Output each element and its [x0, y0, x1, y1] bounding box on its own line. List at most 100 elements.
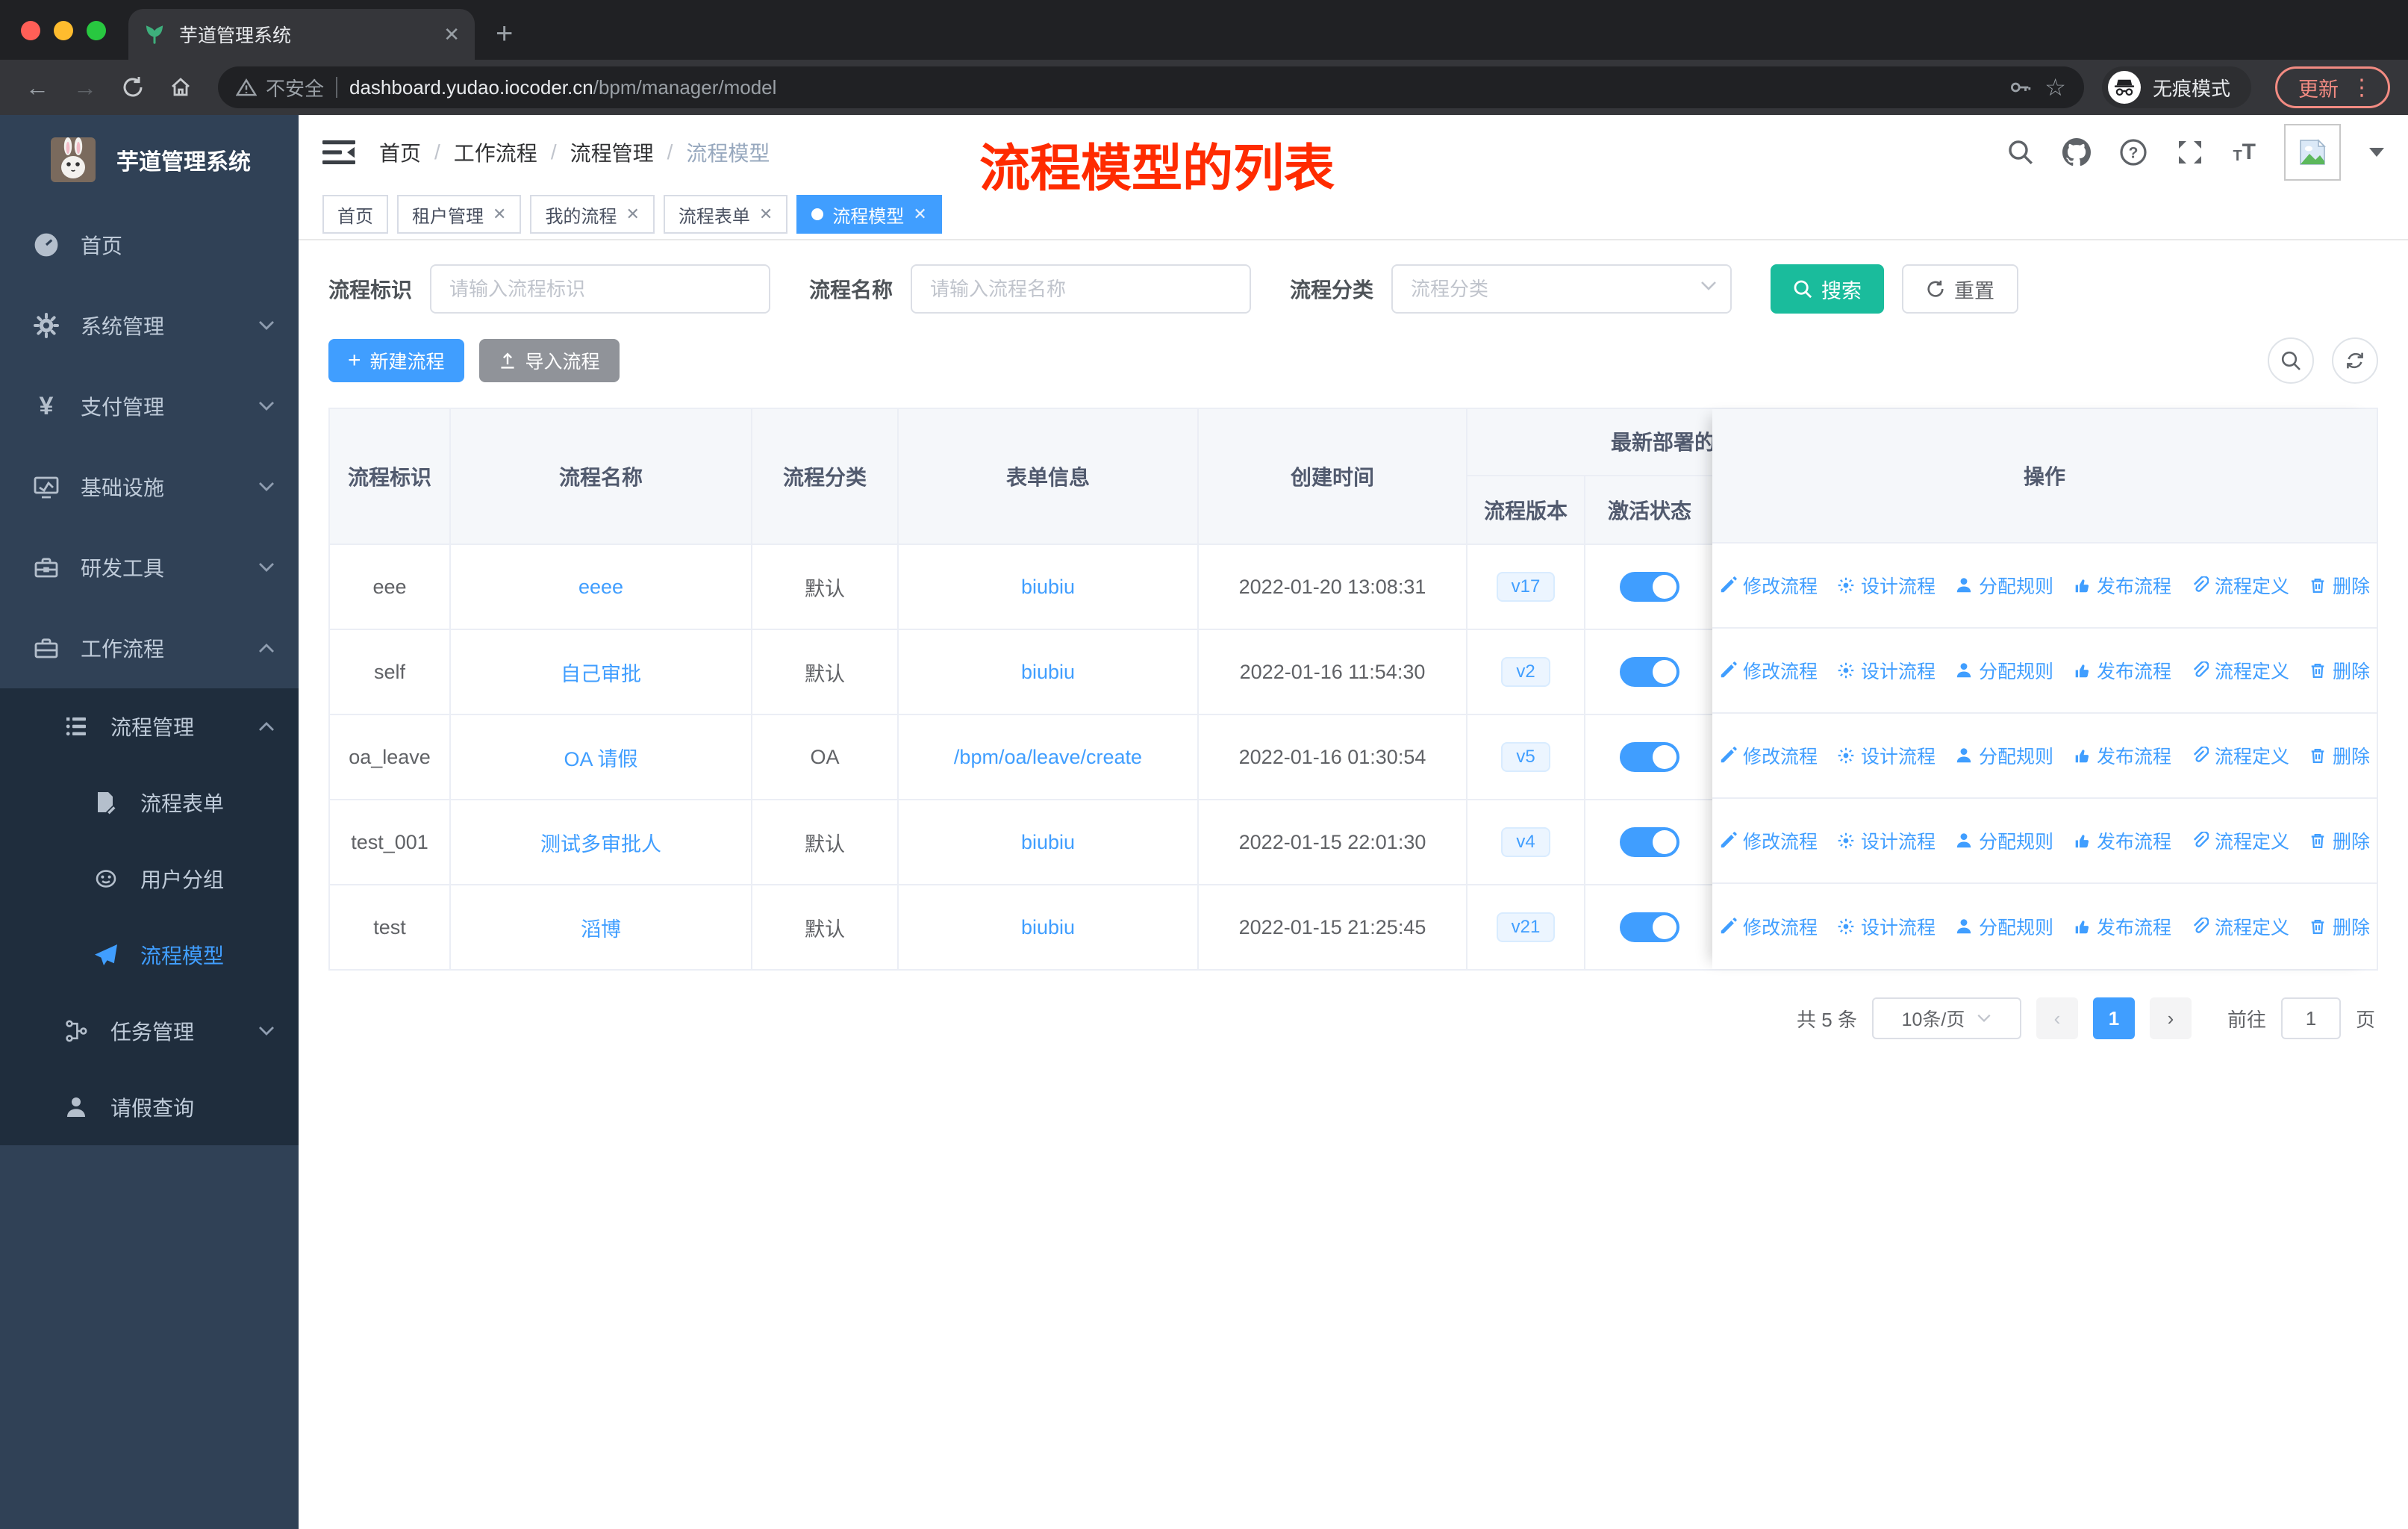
process-name-link[interactable]: 自己审批 — [561, 658, 641, 687]
show-search-icon-button[interactable] — [2268, 337, 2314, 384]
search-button[interactable]: 搜索 — [1771, 264, 1885, 314]
sidebar-item-process-form[interactable]: 流程表单 — [0, 764, 299, 841]
back-icon[interactable]: ← — [18, 74, 57, 102]
process-definition-link[interactable]: 流程定义 — [2191, 572, 2289, 599]
delete-link[interactable]: 删除 — [2309, 742, 2370, 769]
edit-process-link[interactable]: 修改流程 — [1719, 657, 1818, 684]
edit-process-link[interactable]: 修改流程 — [1719, 742, 1818, 769]
avatar[interactable] — [2284, 124, 2341, 181]
refresh-icon-button[interactable] — [2332, 337, 2378, 384]
delete-link[interactable]: 删除 — [2309, 572, 2370, 599]
edit-process-link[interactable]: 修改流程 — [1719, 913, 1818, 940]
process-definition-link[interactable]: 流程定义 — [2191, 742, 2289, 769]
assign-rule-link[interactable]: 分配规则 — [1955, 742, 2053, 769]
new-tab-button[interactable]: + — [496, 17, 513, 51]
page-size-select[interactable]: 10条/页 — [1871, 997, 2021, 1039]
password-key-icon[interactable] — [2007, 75, 2033, 100]
publish-process-link[interactable]: 发布流程 — [2073, 657, 2171, 684]
sidebar-item-user-group[interactable]: 用户分组 — [0, 841, 299, 917]
active-toggle[interactable] — [1620, 657, 1679, 687]
create-process-button[interactable]: + 新建流程 — [328, 339, 464, 382]
help-icon[interactable]: ? — [2119, 138, 2147, 166]
update-button[interactable]: 更新 ⋮ — [2275, 66, 2390, 108]
close-icon[interactable]: ✕ — [759, 205, 773, 224]
sidebar-item-workflow[interactable]: 工作流程 — [0, 608, 299, 688]
publish-process-link[interactable]: 发布流程 — [2073, 572, 2171, 599]
breadcrumb-process-management[interactable]: 流程管理 — [570, 137, 654, 167]
form-info-link[interactable]: biubiu — [1021, 576, 1075, 599]
design-process-link[interactable]: 设计流程 — [1837, 913, 1936, 940]
sidebar-item-task-management[interactable]: 任务管理 — [0, 993, 299, 1069]
tag-process-model[interactable]: 流程模型 ✕ — [796, 195, 942, 234]
process-definition-link[interactable]: 流程定义 — [2191, 913, 2289, 940]
goto-page-input[interactable] — [2280, 997, 2341, 1039]
breadcrumb-home[interactable]: 首页 — [379, 137, 421, 167]
form-info-link[interactable]: biubiu — [1021, 661, 1075, 684]
sidebar-item-process-model[interactable]: 流程模型 — [0, 917, 299, 993]
security-status[interactable]: 不安全 — [236, 74, 324, 102]
process-definition-link[interactable]: 流程定义 — [2191, 657, 2289, 684]
delete-link[interactable]: 删除 — [2309, 913, 2370, 940]
browser-tab[interactable]: 芋道管理系统 ✕ — [128, 9, 475, 60]
assign-rule-link[interactable]: 分配规则 — [1955, 657, 2053, 684]
search-icon[interactable] — [2007, 139, 2034, 166]
assign-rule-link[interactable]: 分配规则 — [1955, 913, 2053, 940]
window-zoom-button[interactable] — [87, 21, 106, 40]
design-process-link[interactable]: 设计流程 — [1837, 657, 1936, 684]
process-name-link[interactable]: eeee — [578, 576, 623, 599]
forward-icon[interactable]: → — [66, 74, 105, 102]
sidebar-item-process-management[interactable]: 流程管理 — [0, 688, 299, 764]
process-name-link[interactable]: OA 请假 — [564, 743, 637, 772]
tab-close-icon[interactable]: ✕ — [443, 23, 460, 46]
tag-my-process[interactable]: 我的流程 ✕ — [530, 195, 655, 234]
import-process-button[interactable]: 导入流程 — [478, 339, 620, 382]
tag-home[interactable]: 首页 — [322, 195, 388, 234]
font-size-icon[interactable]: TT — [2233, 141, 2256, 164]
github-icon[interactable] — [2062, 138, 2092, 166]
active-toggle[interactable] — [1620, 827, 1679, 857]
sidebar-item-home[interactable]: 首页 — [0, 205, 299, 285]
window-minimize-button[interactable] — [54, 21, 73, 40]
publish-process-link[interactable]: 发布流程 — [2073, 913, 2171, 940]
assign-rule-link[interactable]: 分配规则 — [1955, 827, 2053, 854]
publish-process-link[interactable]: 发布流程 — [2073, 827, 2171, 854]
delete-link[interactable]: 删除 — [2309, 827, 2370, 854]
assign-rule-link[interactable]: 分配规则 — [1955, 572, 2053, 599]
edit-process-link[interactable]: 修改流程 — [1719, 827, 1818, 854]
browser-menu-kebab-icon[interactable]: ⋮ — [2351, 75, 2373, 101]
home-icon[interactable] — [161, 75, 200, 99]
form-info-link[interactable]: biubiu — [1021, 831, 1075, 854]
sidebar-item-payment[interactable]: ¥ 支付管理 — [0, 366, 299, 446]
edit-process-link[interactable]: 修改流程 — [1719, 572, 1818, 599]
sidebar-item-leave-query[interactable]: 请假查询 — [0, 1069, 299, 1145]
form-info-link[interactable]: /bpm/oa/leave/create — [954, 746, 1142, 769]
close-icon[interactable]: ✕ — [493, 205, 506, 224]
reset-button[interactable]: 重置 — [1902, 264, 2019, 314]
tag-tenant[interactable]: 租户管理 ✕ — [397, 195, 522, 234]
process-name-link[interactable]: 滔博 — [581, 913, 621, 942]
form-info-link[interactable]: biubiu — [1021, 916, 1075, 939]
category-select[interactable] — [1391, 264, 1732, 314]
process-definition-link[interactable]: 流程定义 — [2191, 827, 2289, 854]
design-process-link[interactable]: 设计流程 — [1837, 742, 1936, 769]
active-toggle[interactable] — [1620, 742, 1679, 772]
process-id-input[interactable] — [430, 264, 771, 314]
page-1-button[interactable]: 1 — [2092, 997, 2135, 1039]
design-process-link[interactable]: 设计流程 — [1837, 572, 1936, 599]
publish-process-link[interactable]: 发布流程 — [2073, 742, 2171, 769]
process-name-input[interactable] — [911, 264, 1252, 314]
process-name-link[interactable]: 测试多审批人 — [540, 828, 661, 857]
design-process-link[interactable]: 设计流程 — [1837, 827, 1936, 854]
sidebar-item-devtools[interactable]: 研发工具 — [0, 527, 299, 608]
caret-down-icon[interactable] — [2369, 148, 2384, 157]
close-icon[interactable]: ✕ — [913, 205, 926, 224]
bookmark-star-icon[interactable]: ☆ — [2044, 73, 2066, 102]
prev-page-button[interactable]: ‹ — [2036, 997, 2078, 1039]
tag-process-form[interactable]: 流程表单 ✕ — [663, 195, 788, 234]
url-text[interactable]: dashboard.yudao.iocoder.cn/bpm/manager/m… — [349, 76, 776, 99]
next-page-button[interactable]: › — [2149, 997, 2192, 1039]
sidebar-item-infrastructure[interactable]: 基础设施 — [0, 446, 299, 527]
fullscreen-icon[interactable] — [2176, 138, 2204, 166]
reload-icon[interactable] — [113, 75, 152, 99]
sidebar-item-system[interactable]: 系统管理 — [0, 285, 299, 366]
